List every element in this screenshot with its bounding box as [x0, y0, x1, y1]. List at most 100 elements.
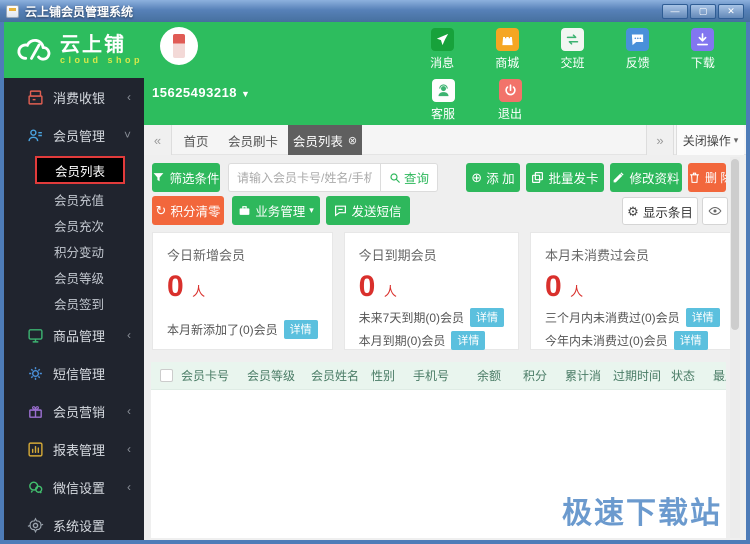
search-input[interactable] — [228, 163, 380, 192]
details-badge[interactable]: 详情 — [673, 331, 708, 350]
header-action-support[interactable]: 客服 — [412, 79, 474, 122]
window-title: 云上铺会员管理系统 — [25, 4, 134, 19]
eye-icon — [708, 206, 722, 216]
sidebar-subitem-points-change[interactable]: 积分变动 — [4, 238, 144, 264]
members-submenu: 会员列表 会员充值 会员充次 积分变动 会员等级 会员签到 — [4, 156, 144, 316]
gear-icon: ⚙ — [627, 203, 639, 219]
plus-circle-icon: ⊕ — [471, 170, 483, 185]
chevron-left-icon: ‹ — [127, 404, 131, 418]
filter-button[interactable]: 筛选条件 — [152, 163, 220, 192]
sms-icon — [29, 366, 42, 380]
chevron-left-icon: ‹ — [127, 90, 131, 104]
settings-icon — [27, 517, 44, 533]
logout-icon — [498, 79, 522, 102]
business-management-dropdown[interactable]: 业务管理 ▾ — [232, 196, 320, 225]
close-button[interactable]: ✕ — [718, 3, 744, 19]
mall-icon — [495, 28, 519, 51]
toggle-visibility-button[interactable] — [702, 197, 728, 225]
sidebar-item-cashier[interactable]: 消费收银 ‹ — [4, 78, 144, 116]
chevron-down-icon: ▾ — [733, 134, 739, 145]
details-badge[interactable]: 详情 — [470, 308, 505, 327]
sidebar-subitem-member-level[interactable]: 会员等级 — [4, 264, 144, 290]
tabs-scroll-right-button[interactable]: » — [646, 125, 674, 155]
brand-tagline: cloud shop — [60, 55, 143, 65]
col-card-number[interactable]: 会员卡号 — [181, 367, 247, 384]
header-action-mall[interactable]: 商城 — [477, 28, 537, 71]
stat-cards: 今日新增会员 0 人 本月新添加了(0)会员 详情 今日到期会员 0 人 未来7… — [152, 232, 735, 350]
refresh-icon: ↻ — [155, 203, 167, 218]
add-button[interactable]: ⊕ 添 加 — [466, 163, 520, 192]
app-icon — [6, 4, 19, 18]
tab-bar: « 首页 会员刷卡 会员列表 ⊗ » 关闭操作 ▾ — [144, 125, 746, 155]
sidebar-subitem-member-list[interactable]: 会员列表 — [35, 156, 125, 184]
maximize-button[interactable]: ▢ — [690, 3, 716, 19]
chevron-left-icon: ‹ — [127, 328, 131, 342]
scrollbar-thumb[interactable] — [731, 159, 739, 331]
briefcase-icon — [239, 206, 250, 215]
tabs-scroll-left-button[interactable]: « — [144, 125, 172, 155]
sidebar: 消费收银 ‹ 会员管理 ˅ 会员列表 会员充值 会员充次 积分变动 会员等级 会… — [4, 78, 144, 540]
brand-name: 云上铺 — [60, 34, 126, 56]
edit-profile-button[interactable]: 修改资料 — [610, 163, 682, 192]
sidebar-item-settings[interactable]: 系统设置 — [4, 506, 144, 540]
chevron-down-icon: ▼ — [241, 89, 251, 99]
col-balance[interactable]: 余额 — [477, 367, 523, 384]
col-gender[interactable]: 性别 — [371, 367, 413, 384]
avatar[interactable] — [160, 27, 198, 65]
sidebar-item-members[interactable]: 会员管理 ˅ — [4, 116, 144, 154]
header-action-download[interactable]: 下载 — [673, 28, 733, 71]
col-total-spend[interactable]: 累计消 — [565, 367, 613, 384]
chat-bubble-icon — [335, 205, 347, 217]
chevron-left-icon: ‹ — [127, 442, 131, 456]
col-expiry[interactable]: 过期时间 — [613, 367, 671, 384]
tab-home[interactable]: 首页 — [174, 125, 218, 155]
header-action-logout[interactable]: 退出 — [479, 79, 541, 122]
select-all-checkbox[interactable] — [160, 369, 173, 382]
col-status[interactable]: 状态 — [671, 367, 713, 384]
filter-icon — [154, 173, 164, 182]
support-icon — [431, 79, 455, 102]
minimize-button[interactable]: — — [662, 3, 688, 19]
download-icon — [691, 28, 715, 51]
header-action-feedback[interactable]: 反馈 — [608, 28, 668, 71]
query-button[interactable]: 查询 — [380, 163, 438, 192]
col-member-level[interactable]: 会员等级 — [247, 367, 311, 384]
shift-icon — [561, 28, 584, 51]
stat-card-new-members: 今日新增会员 0 人 本月新添加了(0)会员 详情 — [152, 232, 333, 350]
sidebar-item-goods[interactable]: 商品管理 ‹ — [4, 316, 144, 354]
report-icon — [28, 441, 43, 457]
display-columns-button[interactable]: ⚙ 显示条目 — [622, 197, 698, 225]
delete-button[interactable]: 删 除 — [688, 163, 726, 192]
details-badge[interactable]: 详情 — [685, 308, 720, 327]
batch-issue-cards-button[interactable]: 批量发卡 — [526, 163, 604, 192]
send-sms-button[interactable]: 发送短信 — [326, 196, 410, 225]
account-menu[interactable]: 15625493218 ▼ — [152, 85, 250, 100]
clear-points-button[interactable]: ↻ 积分清零 — [152, 196, 224, 225]
header-action-messages[interactable]: 消息 — [412, 28, 472, 71]
col-phone[interactable]: 手机号 — [413, 367, 477, 384]
sidebar-item-reports[interactable]: 报表管理 ‹ — [4, 430, 144, 468]
edit-icon — [614, 172, 625, 183]
col-points[interactable]: 积分 — [523, 367, 565, 384]
header-action-shift[interactable]: 交班 — [542, 28, 602, 71]
col-member-name[interactable]: 会员姓名 — [311, 367, 371, 384]
details-badge[interactable]: 详情 — [283, 320, 318, 339]
tab-member-swipe[interactable]: 会员刷卡 — [220, 125, 286, 155]
stat-value: 0 — [358, 270, 376, 303]
member-table-header: 会员卡号 会员等级 会员姓名 性别 手机号 余额 积分 累计消 过期时间 状态 … — [151, 362, 726, 390]
sidebar-item-sms[interactable]: 短信管理 — [4, 354, 144, 392]
sidebar-item-wechat[interactable]: 微信设置 ‹ — [4, 468, 144, 506]
vertical-scrollbar[interactable] — [730, 157, 740, 538]
sidebar-subitem-member-recharge[interactable]: 会员充值 — [4, 186, 144, 212]
sidebar-subitem-member-checkin[interactable]: 会员签到 — [4, 290, 144, 316]
feedback-icon — [626, 28, 650, 51]
close-actions-dropdown[interactable]: 关闭操作 ▾ — [676, 125, 744, 155]
copy-icon — [532, 172, 544, 183]
tab-member-list[interactable]: 会员列表 ⊗ — [288, 125, 362, 155]
col-last-consume[interactable]: 最后消费时 — [713, 367, 726, 384]
sidebar-subitem-member-times[interactable]: 会员充次 — [4, 212, 144, 238]
details-badge[interactable]: 详情 — [451, 331, 486, 350]
stat-card-expiring-members: 今日到期会员 0 人 未来7天到期(0)会员 详情 本月到期(0)会员 详情 — [343, 232, 520, 350]
sidebar-item-marketing[interactable]: 会员营销 ‹ — [4, 392, 144, 430]
tab-close-icon[interactable]: ⊗ — [348, 134, 357, 147]
